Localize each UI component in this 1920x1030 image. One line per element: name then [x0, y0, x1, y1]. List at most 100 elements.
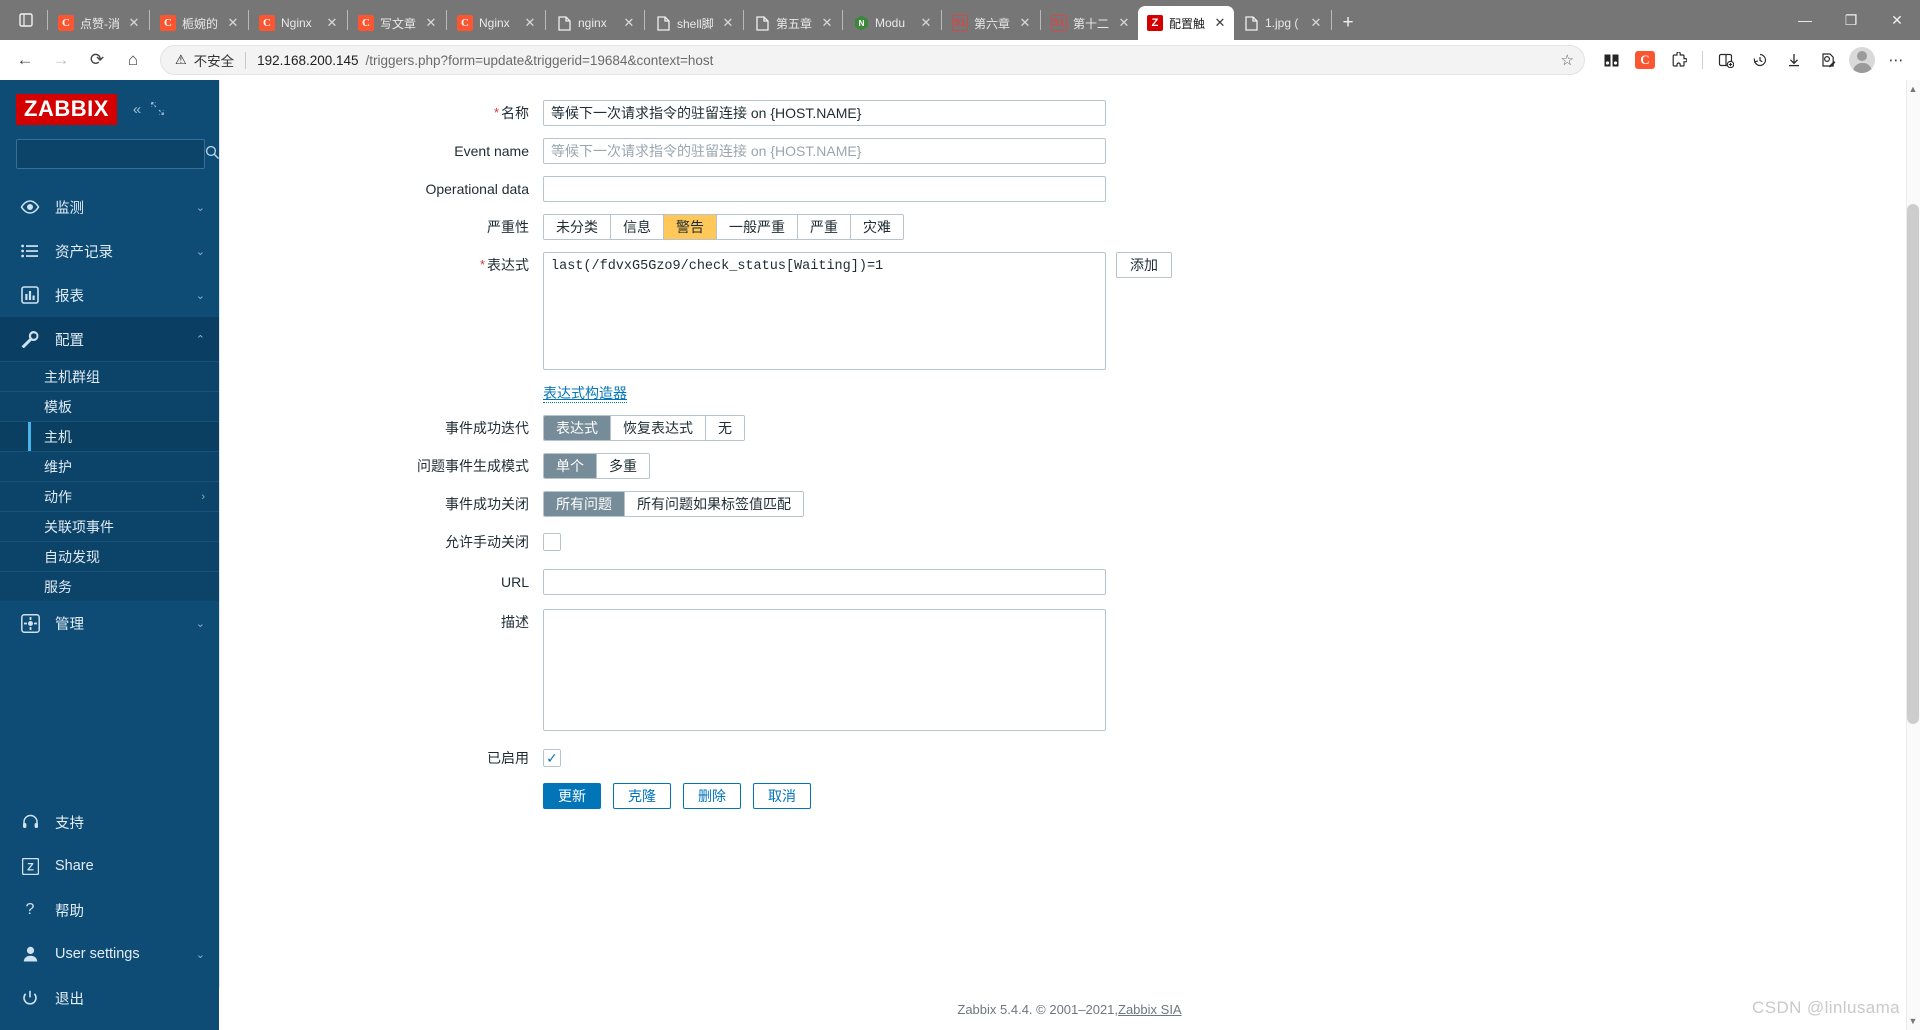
expression-textarea[interactable]	[543, 252, 1106, 370]
sidebar-item-inventory[interactable]: 资产记录 ⌄	[0, 229, 219, 273]
sidebar-subitem-actions[interactable]: 动作 ›	[0, 481, 219, 511]
sidebar-item-reports[interactable]: 报表 ⌄	[0, 273, 219, 317]
sidebar-subitem-discovery[interactable]: 自动发现	[0, 541, 219, 571]
scrollbar-thumb[interactable]	[1907, 204, 1919, 724]
ok-event-closes-option-all-problems[interactable]: 所有问题	[544, 492, 625, 516]
sidebar-item-administration[interactable]: 管理 ⌄	[0, 601, 219, 645]
sidebar-subitem-host-groups[interactable]: 主机群组	[0, 361, 219, 391]
more-icon[interactable]: ⋯	[1880, 44, 1912, 76]
sidebar-item-help[interactable]: ? 帮助	[0, 888, 219, 932]
collections-icon[interactable]	[1595, 44, 1627, 76]
sidebar-subitem-hosts[interactable]: 主机	[0, 421, 219, 451]
maximize-button[interactable]: ❐	[1828, 0, 1874, 40]
severity-option-disaster[interactable]: 灾难	[851, 215, 903, 239]
ok-event-closes-option-tag-match[interactable]: 所有问题如果标签值匹配	[625, 492, 803, 516]
update-button[interactable]: 更新	[543, 783, 601, 809]
browser-tab[interactable]: C 写文章 ✕	[349, 6, 445, 40]
severity-option-warning[interactable]: 警告	[664, 215, 717, 239]
sidebar-subitem-templates[interactable]: 模板	[0, 391, 219, 421]
browser-tab[interactable]: C Nginx ✕	[448, 6, 544, 40]
chevron-down-icon[interactable]: ⌄	[196, 289, 205, 302]
back-icon[interactable]: ←	[8, 44, 42, 76]
clone-button[interactable]: 克隆	[613, 783, 671, 809]
close-window-button[interactable]: ✕	[1874, 0, 1920, 40]
sidebar-subitem-services[interactable]: 服务	[0, 571, 219, 601]
address-bar[interactable]: ⚠ 不安全 192.168.200.145/triggers.php?form=…	[160, 45, 1585, 75]
expression-constructor-link[interactable]: 表达式构造器	[543, 384, 627, 403]
name-input[interactable]	[543, 100, 1106, 126]
close-icon[interactable]: ✕	[918, 15, 934, 31]
close-icon[interactable]: ✕	[126, 15, 142, 31]
minimize-button[interactable]: —	[1782, 0, 1828, 40]
history-icon[interactable]	[1744, 44, 1776, 76]
operational-data-input[interactable]	[543, 176, 1106, 202]
browser-tab[interactable]: N Modu ✕	[844, 6, 940, 40]
chevron-down-icon[interactable]: ⌄	[196, 948, 205, 961]
browser-tab[interactable]: 1.jpg ( ✕	[1234, 6, 1330, 40]
zabbix-logo[interactable]: ZABBIX	[16, 94, 117, 125]
sidebar-subitem-maintenance[interactable]: 维护	[0, 451, 219, 481]
close-icon[interactable]: ✕	[1308, 15, 1324, 31]
vertical-scrollbar[interactable]: ▲ ▼	[1906, 80, 1920, 1030]
problem-mode-option-single[interactable]: 单个	[544, 454, 597, 478]
close-icon[interactable]: ✕	[1116, 15, 1132, 31]
chevron-up-icon[interactable]: ⌃	[196, 333, 205, 346]
sidebar-item-signout[interactable]: 退出	[0, 976, 219, 1020]
close-icon[interactable]: ✕	[522, 15, 538, 31]
extensions-icon[interactable]	[1663, 44, 1695, 76]
browser-tab[interactable]: C 栀婉的 ✕	[151, 6, 247, 40]
close-icon[interactable]: ✕	[621, 15, 637, 31]
browser-tab[interactable]: nginx ✕	[547, 6, 643, 40]
zabbix-sia-link[interactable]: Zabbix SIA	[1118, 1002, 1182, 1017]
sidebar-item-support[interactable]: 支持	[0, 800, 219, 844]
sidebar-item-share[interactable]: Z Share	[0, 844, 219, 888]
url-input[interactable]	[543, 569, 1106, 595]
chevron-right-icon[interactable]: ›	[201, 491, 205, 503]
expand-sidebar-icon[interactable]	[151, 101, 165, 118]
close-icon[interactable]: ✕	[1017, 15, 1033, 31]
chevron-down-icon[interactable]: ⌄	[196, 201, 205, 214]
close-icon[interactable]: ✕	[423, 15, 439, 31]
severity-option-average[interactable]: 一般严重	[717, 215, 798, 239]
description-textarea[interactable]	[543, 609, 1106, 731]
browser-tab[interactable]: 51 第十二 ✕	[1042, 6, 1138, 40]
sidebar-item-configuration[interactable]: 配置 ⌃	[0, 317, 219, 361]
scroll-up-arrow-icon[interactable]: ▲	[1907, 82, 1919, 96]
ok-event-generation-option-expression[interactable]: 表达式	[544, 416, 611, 440]
close-icon[interactable]: ✕	[720, 15, 736, 31]
collapse-sidebar-icon[interactable]: «	[133, 101, 141, 118]
close-icon[interactable]: ✕	[819, 15, 835, 31]
delete-button[interactable]: 删除	[683, 783, 741, 809]
browser-tab[interactable]: C Nginx ✕	[250, 6, 346, 40]
browser-tab-active[interactable]: Z 配置触 ✕	[1138, 6, 1234, 40]
close-icon[interactable]: ✕	[1212, 15, 1228, 31]
sidebar-item-user-settings[interactable]: User settings ⌄	[0, 932, 219, 976]
collections-pen-icon[interactable]	[1812, 44, 1844, 76]
chevron-down-icon[interactable]: ⌄	[196, 617, 205, 630]
new-tab-button[interactable]: +	[1333, 6, 1363, 40]
enabled-checkbox[interactable]: ✓	[543, 749, 561, 767]
forward-icon[interactable]: →	[44, 44, 78, 76]
browser-tab[interactable]: C 点赞-消 ✕	[49, 6, 148, 40]
browser-tab[interactable]: 第五章 ✕	[745, 6, 841, 40]
event-name-input[interactable]	[543, 138, 1106, 164]
problem-mode-option-multiple[interactable]: 多重	[597, 454, 649, 478]
tab-search-icon[interactable]	[6, 0, 46, 40]
close-icon[interactable]: ✕	[324, 15, 340, 31]
severity-option-high[interactable]: 严重	[798, 215, 851, 239]
scroll-down-arrow-icon[interactable]: ▼	[1907, 1014, 1919, 1028]
browser-tab[interactable]: 51 第六章 ✕	[943, 6, 1039, 40]
home-icon[interactable]: ⌂	[116, 44, 150, 76]
sidebar-subitem-event-correlation[interactable]: 关联项事件	[0, 511, 219, 541]
severity-option-not-classified[interactable]: 未分类	[544, 215, 611, 239]
csdn-extension-icon[interactable]: C	[1629, 44, 1661, 76]
downloads-icon[interactable]	[1778, 44, 1810, 76]
add-expression-button[interactable]: 添加	[1116, 252, 1172, 278]
browser-tab[interactable]: shell脚 ✕	[646, 6, 742, 40]
split-screen-icon[interactable]	[1710, 44, 1742, 76]
chevron-down-icon[interactable]: ⌄	[196, 245, 205, 258]
sidebar-search[interactable]	[16, 139, 220, 169]
search-input[interactable]	[25, 145, 205, 163]
reload-icon[interactable]: ⟳	[80, 44, 114, 76]
sidebar-item-monitoring[interactable]: 监测 ⌄	[0, 185, 219, 229]
